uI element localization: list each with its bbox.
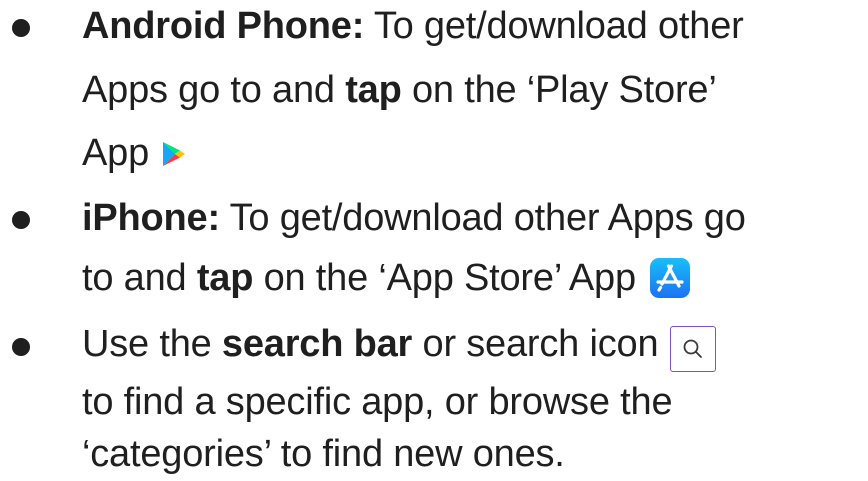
text-span: Use the <box>82 323 222 365</box>
text-span: To get/download other Apps go <box>219 197 746 239</box>
text-span: App <box>82 132 150 174</box>
text-span: or search icon <box>412 323 659 365</box>
play-store-icon <box>163 134 186 166</box>
line-text: iPhone: To get/download other Apps go <box>82 196 746 240</box>
line-text: Use the search bar or search icon <box>82 322 717 372</box>
bold-label: Android Phone: <box>82 5 365 47</box>
text-span: To get/download other <box>364 5 744 47</box>
bold-label: tap <box>196 257 254 299</box>
line-text: to find a specific app, or browse the <box>82 380 673 424</box>
bold-label: search bar <box>221 323 413 365</box>
line-text: App <box>82 131 186 175</box>
bullet-dot <box>12 211 30 229</box>
line-text: Android Phone: To get/download other <box>82 4 744 48</box>
text-span: Apps go to and <box>82 69 346 111</box>
bullet-dot <box>12 338 30 356</box>
line-text: Apps go to and tap on the ‘Play Store’ <box>82 68 717 112</box>
app-store-icon <box>649 258 690 298</box>
text-span: ‘categories’ to find new ones. <box>82 433 565 475</box>
text-span: on the ‘App Store’ App <box>253 257 637 299</box>
search-icon <box>670 326 717 372</box>
text-span: to and <box>82 257 197 299</box>
text-span: on the ‘Play Store’ <box>401 69 717 111</box>
line-text: to and tap on the ‘App Store’ App <box>82 256 690 300</box>
bold-label: tap <box>345 69 402 111</box>
line-text: ‘categories’ to find new ones. <box>82 432 565 476</box>
text-span: to find a specific app, or browse the <box>82 381 673 423</box>
bullet-dot <box>12 19 30 37</box>
bold-label: iPhone: <box>82 197 220 239</box>
